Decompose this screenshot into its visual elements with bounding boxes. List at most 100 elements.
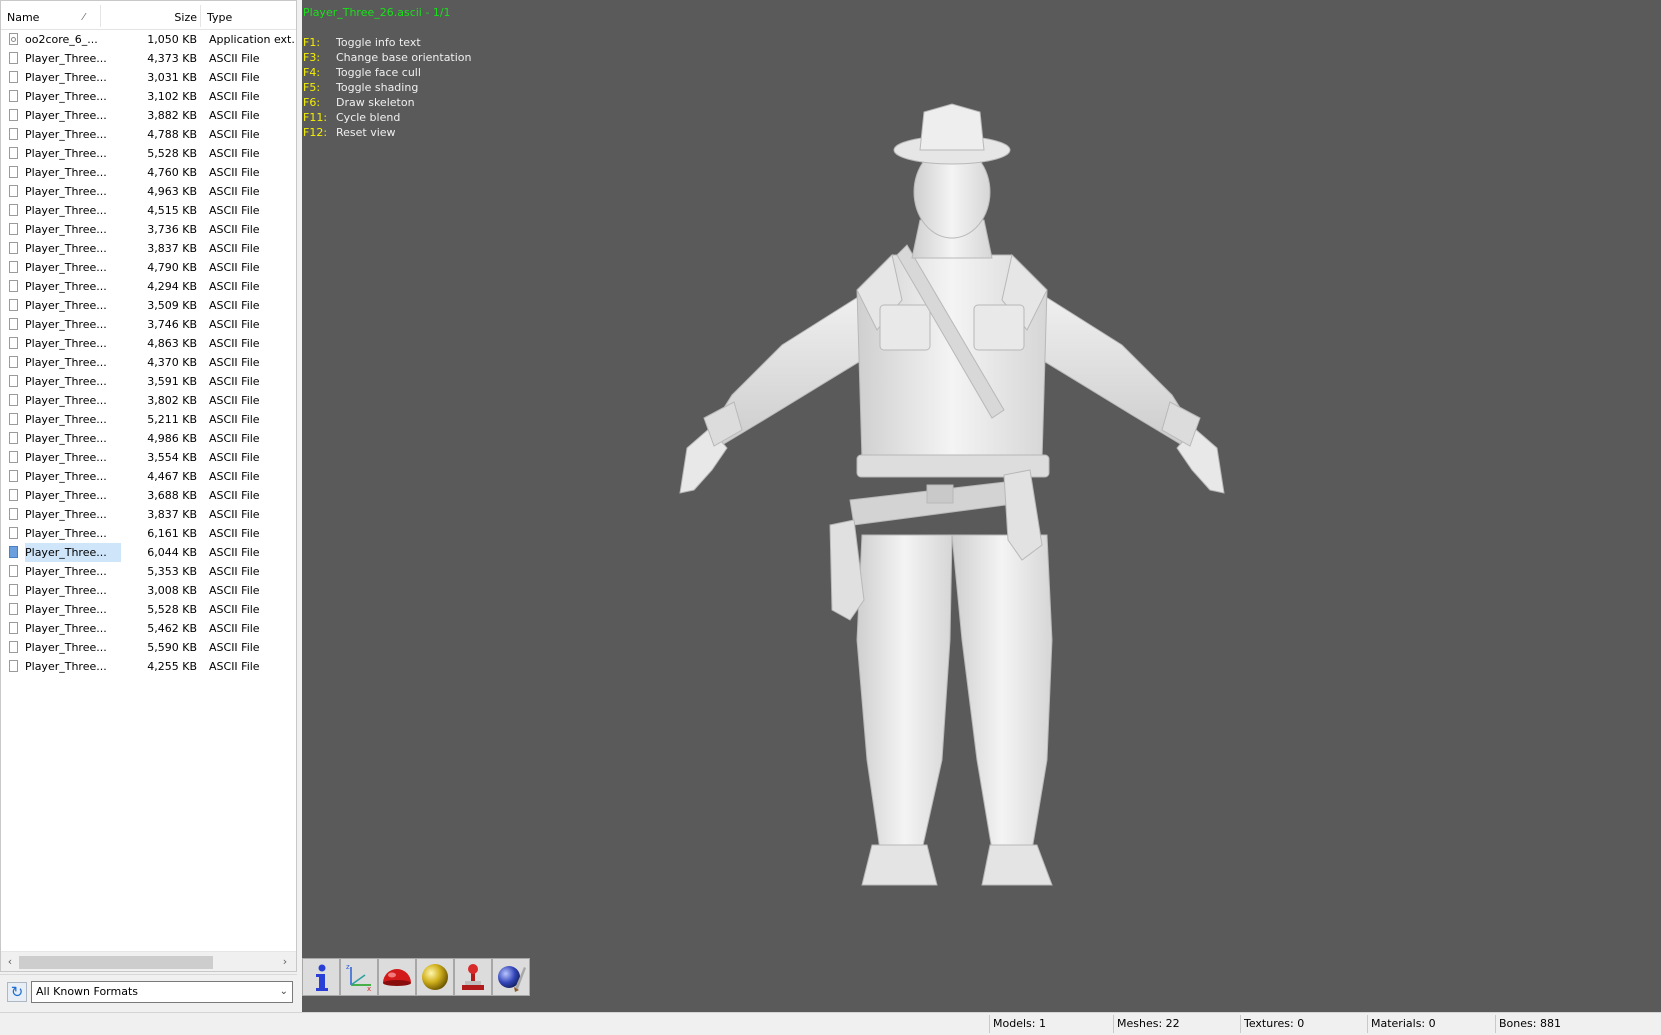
file-row[interactable]: Player_Three... 4,788 KB ASCII File	[1, 125, 296, 144]
file-row[interactable]: Player_Three... 4,986 KB ASCII File	[1, 429, 296, 448]
file-size: 4,963 KB	[147, 185, 197, 198]
file-row[interactable]: Player_Three... 5,462 KB ASCII File	[1, 619, 296, 638]
file-row[interactable]: Player_Three... 4,963 KB ASCII File	[1, 182, 296, 201]
file-type: ASCII File	[209, 527, 260, 540]
file-icon	[9, 128, 18, 140]
shortcut-key: F12:	[303, 126, 328, 139]
file-row[interactable]: Player_Three... 3,008 KB ASCII File	[1, 581, 296, 600]
scroll-left-arrow-icon[interactable]: ‹	[3, 952, 17, 971]
file-size: 6,044 KB	[147, 546, 197, 559]
info-button[interactable]	[302, 958, 340, 996]
file-row[interactable]: Player_Three... 4,467 KB ASCII File	[1, 467, 296, 486]
file-row[interactable]: Player_Three... 6,044 KB ASCII File	[1, 543, 296, 562]
file-row[interactable]: Player_Three... 6,161 KB ASCII File	[1, 524, 296, 543]
axes-icon: z x	[346, 963, 371, 993]
shortcut-key: F4:	[303, 66, 321, 79]
file-type: ASCII File	[209, 204, 260, 217]
axes-button[interactable]: z x	[340, 958, 378, 996]
shading-button[interactable]	[378, 958, 416, 996]
file-row[interactable]: Player_Three... 3,736 KB ASCII File	[1, 220, 296, 239]
file-row[interactable]: Player_Three... 4,255 KB ASCII File	[1, 657, 296, 676]
file-list[interactable]: Name ⁄ Size Type oo2core_6_... 1,050 KB Ap…	[0, 0, 297, 972]
status-textures: Textures: 0	[1240, 1015, 1367, 1033]
file-type: ASCII File	[209, 261, 260, 274]
file-row[interactable]: Player_Three... 4,373 KB ASCII File	[1, 49, 296, 68]
file-row[interactable]: Player_Three... 4,790 KB ASCII File	[1, 258, 296, 277]
column-header-size[interactable]: Size	[103, 1, 197, 29]
file-row[interactable]: Player_Three... 3,031 KB ASCII File	[1, 68, 296, 87]
file-icon	[9, 356, 18, 368]
file-row[interactable]: Player_Three... 3,102 KB ASCII File	[1, 87, 296, 106]
file-row[interactable]: oo2core_6_... 1,050 KB Application ext...	[1, 30, 296, 49]
file-type: ASCII File	[209, 223, 260, 236]
scroll-right-arrow-icon[interactable]: ›	[278, 952, 292, 971]
file-row[interactable]: Player_Three... 3,882 KB ASCII File	[1, 106, 296, 125]
texture-button[interactable]	[492, 958, 530, 996]
file-row[interactable]: Player_Three... 3,509 KB ASCII File	[1, 296, 296, 315]
file-type: ASCII File	[209, 299, 260, 312]
file-size: 4,467 KB	[147, 470, 197, 483]
status-models: Models: 1	[989, 1015, 1113, 1033]
column-divider[interactable]	[200, 5, 201, 27]
file-icon	[9, 318, 18, 330]
globe-brush-icon	[498, 966, 526, 992]
animation-button[interactable]	[454, 958, 492, 996]
file-size: 3,736 KB	[147, 223, 197, 236]
file-size: 4,986 KB	[147, 432, 197, 445]
shortcut-action: Cycle blend	[336, 111, 401, 124]
file-row[interactable]: Player_Three... 3,554 KB ASCII File	[1, 448, 296, 467]
file-icon	[9, 52, 18, 64]
status-meshes: Meshes: 22	[1113, 1015, 1240, 1033]
file-row[interactable]: Player_Three... 3,746 KB ASCII File	[1, 315, 296, 334]
file-size: 3,837 KB	[147, 508, 197, 521]
file-size: 5,211 KB	[147, 413, 197, 426]
file-row[interactable]: Player_Three... 5,528 KB ASCII File	[1, 600, 296, 619]
file-row[interactable]: Player_Three... 3,802 KB ASCII File	[1, 391, 296, 410]
file-icon	[9, 470, 18, 482]
file-icon	[9, 204, 18, 216]
list-header: Name ⁄ Size Type	[1, 1, 296, 30]
file-type: ASCII File	[209, 508, 260, 521]
file-row[interactable]: Player_Three... 5,211 KB ASCII File	[1, 410, 296, 429]
file-type: ASCII File	[209, 280, 260, 293]
file-icon	[9, 527, 18, 539]
file-row[interactable]: Player_Three... 3,837 KB ASCII File	[1, 239, 296, 258]
file-icon	[9, 394, 18, 406]
file-row[interactable]: Player_Three... 5,353 KB ASCII File	[1, 562, 296, 581]
sphere-icon	[422, 964, 448, 990]
3d-viewport[interactable]: Player_Three_26.ascii - 1/1 F1: Toggle in…	[302, 0, 1661, 1012]
file-row[interactable]: Player_Three... 5,528 KB ASCII File	[1, 144, 296, 163]
file-type: ASCII File	[209, 109, 260, 122]
file-icon	[9, 451, 18, 463]
file-size: 4,788 KB	[147, 128, 197, 141]
file-row[interactable]: Player_Three... 3,591 KB ASCII File	[1, 372, 296, 391]
scroll-thumb[interactable]	[19, 956, 213, 969]
file-row[interactable]: Player_Three... 4,863 KB ASCII File	[1, 334, 296, 353]
file-size: 5,462 KB	[147, 622, 197, 635]
file-icon	[9, 166, 18, 178]
file-row[interactable]: Player_Three... 4,294 KB ASCII File	[1, 277, 296, 296]
file-icon	[9, 90, 18, 102]
material-button[interactable]	[416, 958, 454, 996]
horizontal-scrollbar[interactable]: ‹ ›	[1, 951, 296, 971]
file-icon	[9, 508, 18, 520]
file-type: ASCII File	[209, 584, 260, 597]
file-row[interactable]: Player_Three... 3,837 KB ASCII File	[1, 505, 296, 524]
character-model	[679, 103, 1225, 886]
file-size: 3,591 KB	[147, 375, 197, 388]
column-divider[interactable]	[100, 5, 101, 27]
file-row[interactable]: Player_Three... 3,688 KB ASCII File	[1, 486, 296, 505]
shortcut-action: Change base orientation	[336, 51, 472, 64]
status-materials: Materials: 0	[1367, 1015, 1495, 1033]
shortcut-key: F11:	[303, 111, 328, 124]
info-icon	[316, 964, 328, 991]
refresh-button[interactable]: ↻	[7, 982, 27, 1002]
file-row[interactable]: Player_Three... 4,515 KB ASCII File	[1, 201, 296, 220]
file-row[interactable]: Player_Three... 4,760 KB ASCII File	[1, 163, 296, 182]
file-row[interactable]: Player_Three... 5,590 KB ASCII File	[1, 638, 296, 657]
file-row[interactable]: Player_Three... 4,370 KB ASCII File	[1, 353, 296, 372]
column-header-type[interactable]: Type	[207, 1, 232, 29]
file-size: 5,528 KB	[147, 603, 197, 616]
format-filter-select[interactable]: All Known Formats ⌄	[31, 981, 293, 1003]
column-header-name[interactable]: Name	[7, 1, 39, 29]
